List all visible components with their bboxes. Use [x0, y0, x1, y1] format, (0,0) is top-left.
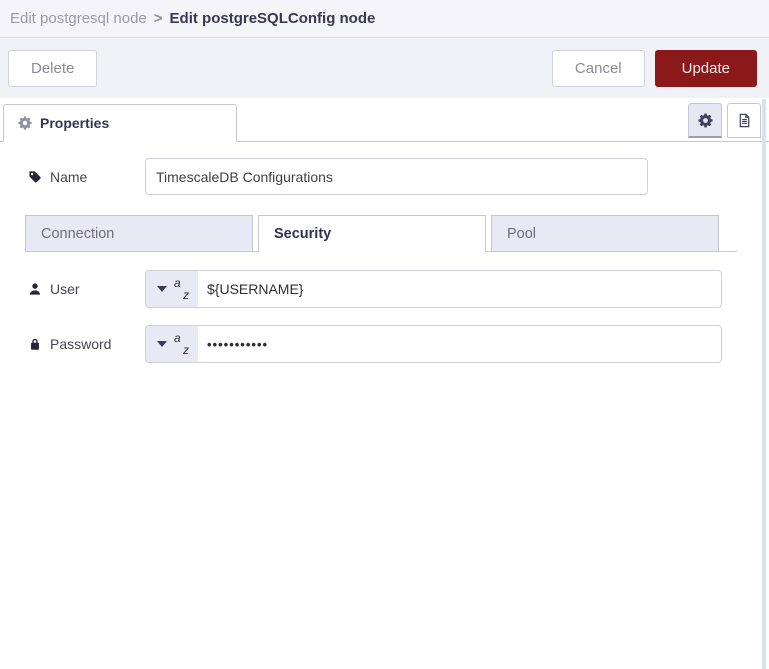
breadcrumb-separator: >	[153, 10, 163, 27]
caret-down-icon	[157, 286, 167, 292]
update-button[interactable]: Update	[654, 49, 757, 87]
breadcrumb-parent-link[interactable]: Edit postgresql node	[10, 10, 147, 27]
config-section-tabs: Connection Security Pool	[25, 215, 737, 252]
az-icon-z: z	[183, 343, 189, 357]
name-label: Name	[28, 169, 145, 185]
properties-view-button[interactable]	[688, 103, 722, 138]
tag-icon	[28, 170, 42, 184]
dialog-toolbar: Delete Cancel Update	[0, 38, 769, 98]
az-icon-z: z	[183, 288, 189, 302]
config-form: Name Connection Security Pool User	[0, 142, 769, 363]
az-icon-a: a	[174, 276, 181, 290]
user-type-select-button[interactable]: a z	[146, 271, 198, 307]
password-label-text: Password	[50, 336, 112, 352]
breadcrumb: Edit postgresql node > Edit postgreSQLCo…	[0, 0, 769, 38]
gear-icon	[697, 112, 713, 128]
user-label: User	[28, 281, 145, 297]
tab-connection[interactable]: Connection	[25, 215, 253, 251]
editor-tab-bar: Properties	[0, 101, 769, 142]
tab-properties-label: Properties	[40, 115, 110, 131]
name-row: Name	[28, 158, 769, 195]
name-input[interactable]	[145, 158, 648, 195]
user-row: User a z	[28, 270, 769, 308]
password-label: Password	[28, 336, 145, 352]
user-input[interactable]	[198, 271, 721, 307]
user-typed-input: a z	[145, 270, 722, 308]
lock-icon	[28, 337, 42, 351]
right-edge-strip	[762, 99, 766, 669]
user-label-text: User	[50, 281, 80, 297]
password-typed-input: a z	[145, 325, 722, 363]
name-label-text: Name	[50, 168, 88, 185]
gear-icon	[18, 116, 32, 130]
string-type-az-icon: a z	[174, 276, 189, 302]
password-type-select-button[interactable]: a z	[146, 326, 198, 362]
tab-properties[interactable]: Properties	[3, 104, 237, 142]
cancel-button[interactable]: Cancel	[551, 49, 645, 87]
user-icon	[28, 282, 42, 296]
description-view-button[interactable]	[727, 103, 761, 138]
document-icon	[737, 113, 752, 128]
password-row: Password a z	[28, 325, 769, 363]
delete-button[interactable]: Delete	[8, 49, 98, 87]
tab-pool[interactable]: Pool	[491, 215, 719, 251]
password-input[interactable]	[198, 326, 721, 362]
caret-down-icon	[157, 341, 167, 347]
breadcrumb-current: Edit postgreSQLConfig node	[169, 10, 376, 27]
editor-tab-actions	[688, 103, 761, 138]
az-icon-a: a	[174, 331, 181, 345]
edit-config-node-dialog: Edit postgresql node > Edit postgreSQLCo…	[0, 0, 769, 669]
string-type-az-icon: a z	[174, 331, 189, 357]
tab-security[interactable]: Security	[258, 215, 486, 252]
